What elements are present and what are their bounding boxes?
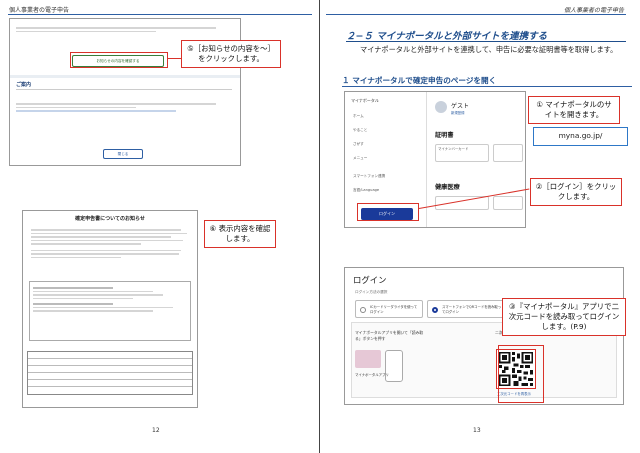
guide-rule [16,89,232,90]
document-box [29,281,191,341]
notice-document-screenshot: 確定申告書についてのお知らせ [22,210,198,408]
login-button-highlight [357,203,419,221]
login-method-label: ログイン方法の選択 [355,290,388,294]
menu-item-todo[interactable]: やること [353,128,367,133]
menu-item-smartphone[interactable]: スマートフォン連携 [353,174,385,179]
document-title: 確定申告書についてのお知らせ [75,216,145,222]
card-caption: マイナポータルアプリ [355,373,389,377]
cert-tile-2[interactable] [493,144,523,162]
callout-5: ⑤［お知らせの内容を〜］をクリックします。 [181,40,281,68]
menu-item-menu[interactable]: メニュー [353,156,367,161]
left-page: 個人事業者の電子申告 お知らせの内容を確認する ご案内 閉じる ⑤［お知らせの内… [0,0,320,453]
menu-item-language[interactable]: 言語/Language [353,188,379,193]
login-screenshot: ログイン ログイン方法の選択 ICカードリーダライタを使ってログイン スマートフ… [344,267,624,405]
guest-register-link[interactable]: 新規登録 [451,110,465,115]
login-title: ログイン [353,275,387,285]
guest-avatar [435,101,447,113]
mynumber-card-label: マイナンバーカード [438,147,469,151]
option-card-reader-label: ICカードリーダライタを使ってログイン [370,305,418,314]
section-title: ２−５ マイナポータルと外部サイトを連携する [346,31,548,42]
document-body [31,227,191,260]
menu-item-search[interactable]: さがす [353,142,364,147]
guest-name: ゲスト [451,103,470,110]
subheading: １ マイナポータルで確定申告のページを開く [342,76,497,85]
right-page: 個人事業者の電子申告 ２−５ マイナポータルと外部サイトを連携する マイナポータ… [320,0,640,453]
right-page-number: 13 [473,427,481,434]
health-tile-2[interactable] [493,196,523,210]
right-page-header: 個人事業者の電子申告 [563,7,624,14]
login-option-card-reader[interactable]: ICカードリーダライタを使ってログイン [355,300,423,318]
menu-item-home[interactable]: ホーム [353,114,364,119]
login-option-smartphone[interactable]: スマートフォンでQRコードを読み取ってログイン [427,300,507,318]
callout-3: ③『マイナポータル』アプリで二次元コードを読み取ってログインします。(P.9) [502,298,626,336]
callout-2: ②［ログイン］をクリックします。 [530,178,622,206]
radio-icon [360,307,366,313]
callout-6: ⑥ 表示内容を確認します。 [204,220,276,248]
callout-5-connector [168,58,182,60]
notice-button-highlight [70,52,168,68]
portal-brand: マイナポータル [351,98,379,103]
section-separator [10,75,240,78]
left-page-header: 個人事業者の電子申告 [9,7,70,14]
qr-step-1: マイナポータルアプリを開いて「読み取る」ボタンを押す [355,330,424,341]
portal-url: myna.go.jp/ [533,127,628,146]
callout-1: ① マイナポータルのサイトを開きます。 [528,96,620,124]
notice-text-block [16,25,226,34]
section-description: マイナポータルと外部サイトを連携して、申告に必要な証明書等を取得します。 [360,45,618,54]
health-label: 健康医療 [435,184,460,191]
mynumber-card-image [355,350,381,368]
booklet-spread: 個人事業者の電子申告 お知らせの内容を確認する ご案内 閉じる ⑤［お知らせの内… [0,0,640,453]
close-button[interactable]: 閉じる [103,149,143,159]
right-header-rule [326,14,626,15]
guide-heading: ご案内 [16,82,32,88]
smartphone-icon [385,350,403,382]
certs-label: 証明書 [435,132,454,139]
left-header-rule [8,14,312,15]
qr-highlight [498,345,544,403]
left-page-number: 12 [152,427,160,434]
option-smartphone-label: スマートフォンでQRコードを読み取ってログイン [442,305,502,314]
radio-selected-icon [432,307,438,313]
mynumber-card-tile[interactable]: マイナンバーカード [435,144,489,162]
section-rule [346,41,626,42]
document-table [27,351,193,395]
subheading-rule [342,86,632,87]
guide-text-block [16,101,232,114]
